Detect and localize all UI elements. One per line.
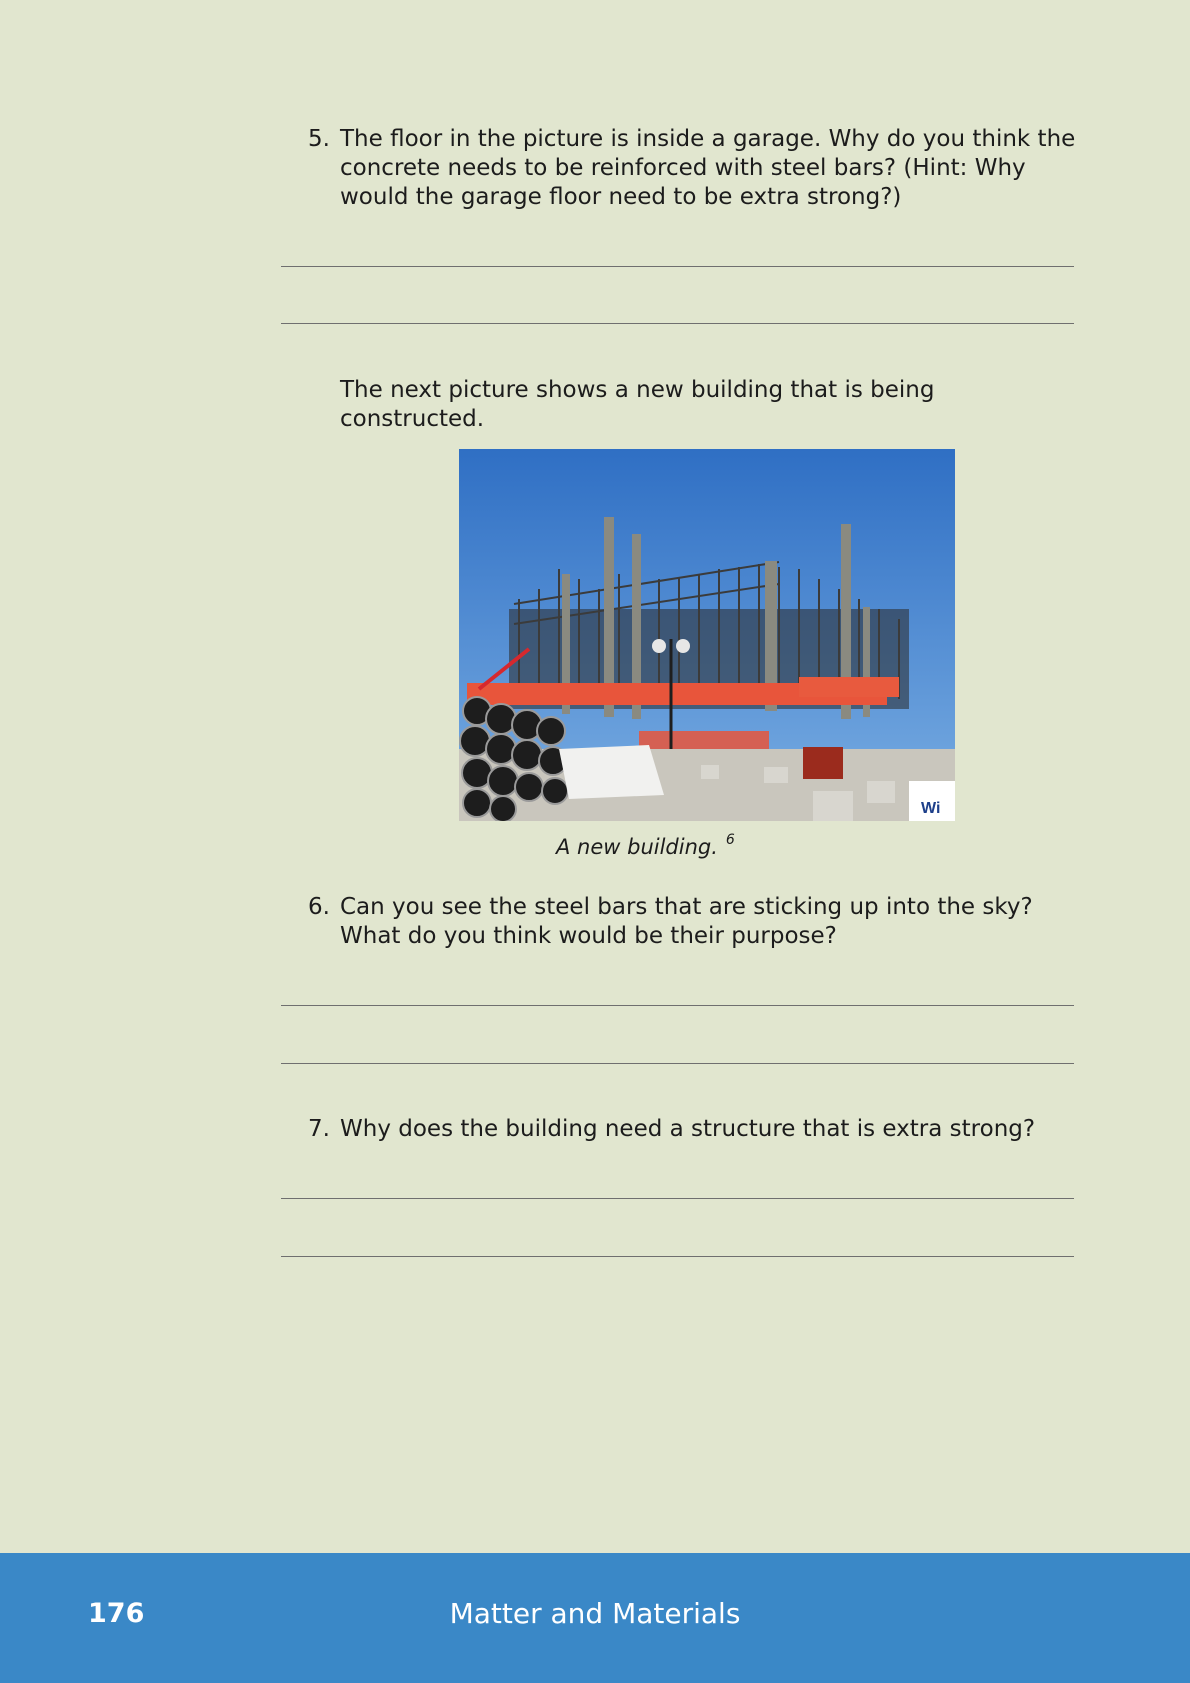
question-number: 7. bbox=[308, 1116, 330, 1142]
answer-line[interactable] bbox=[281, 266, 1074, 267]
question-number: 5. bbox=[308, 126, 330, 152]
question-text: Why does the building need a structure t… bbox=[340, 1116, 1036, 1142]
question-5: 5. The floor in the picture is inside a … bbox=[292, 125, 1082, 212]
intro-paragraph: The next picture shows a new building th… bbox=[340, 377, 935, 432]
answer-line[interactable] bbox=[281, 323, 1074, 324]
answer-line[interactable] bbox=[281, 1256, 1074, 1257]
answer-line[interactable] bbox=[281, 1198, 1074, 1199]
answer-line[interactable] bbox=[281, 1005, 1074, 1006]
figure-caption: A new building. 6 bbox=[556, 832, 735, 859]
site-sign-text: Wi bbox=[921, 800, 940, 817]
question-text: Can you see the steel bars that are stic… bbox=[340, 894, 1033, 949]
construction-photo: Wi bbox=[459, 449, 955, 821]
caption-text: A new building. bbox=[556, 835, 718, 859]
book-title: Matter and Materials bbox=[449, 1597, 741, 1630]
answer-line[interactable] bbox=[281, 1063, 1074, 1064]
page-footer: 176 Matter and Materials bbox=[0, 1553, 1190, 1683]
caption-footnote: 6 bbox=[725, 832, 735, 848]
question-6: 6. Can you see the steel bars that are s… bbox=[292, 893, 1082, 951]
question-7: 7. Why does the building need a structur… bbox=[292, 1115, 1082, 1144]
question-text: The floor in the picture is inside a gar… bbox=[340, 126, 1076, 210]
question-number: 6. bbox=[308, 894, 330, 920]
